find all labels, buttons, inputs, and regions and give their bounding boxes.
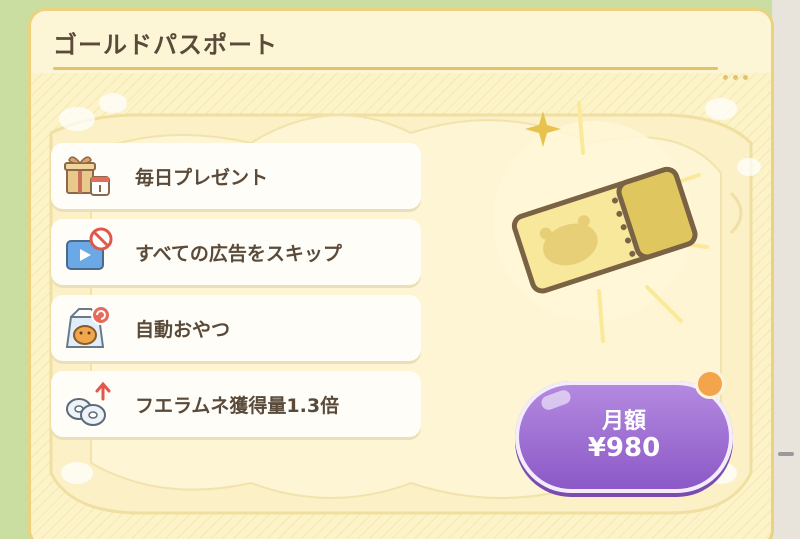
purchase-price: ¥980 <box>587 433 661 463</box>
gold-ticket-illustration <box>493 101 709 343</box>
feature-skip-ads: すべての広告をスキップ <box>51 219 421 285</box>
dialog-header: ゴールドパスポート <box>31 11 771 80</box>
gift-calendar-icon <box>64 156 110 196</box>
notification-badge <box>695 369 725 399</box>
skip-ads-icon <box>66 227 113 270</box>
feature-label: フエラムネ獲得量1.3倍 <box>135 395 340 417</box>
ramune-boost-icon <box>66 381 111 426</box>
scroll-handle[interactable] <box>778 452 794 456</box>
feature-label: すべての広告をスキップ <box>135 243 342 265</box>
monthly-purchase-button[interactable]: 月額 ¥980 <box>515 381 733 493</box>
scroll-area <box>772 0 800 539</box>
gold-passport-dialog: ゴールドパスポート 毎日プレゼント すべての広告をスキップ 自動おやつ フエラム… <box>28 8 774 539</box>
auto-snack-icon <box>65 305 111 348</box>
feature-label: 毎日プレゼント <box>135 167 269 189</box>
feature-daily-present: 毎日プレゼント <box>51 143 421 209</box>
screen: ゴールドパスポート 毎日プレゼント すべての広告をスキップ 自動おやつ フエラム… <box>0 0 800 539</box>
feature-auto-snack: 自動おやつ <box>51 295 421 361</box>
feature-label: 自動おやつ <box>135 319 231 341</box>
title-underline <box>53 67 718 70</box>
purchase-period: 月額 <box>601 409 646 434</box>
dialog-title: ゴールドパスポート <box>53 31 278 59</box>
feature-list: 毎日プレゼント すべての広告をスキップ 自動おやつ フエラムネ獲得量1.3倍 <box>51 143 421 447</box>
feature-ramune-boost: フエラムネ獲得量1.3倍 <box>51 371 421 437</box>
